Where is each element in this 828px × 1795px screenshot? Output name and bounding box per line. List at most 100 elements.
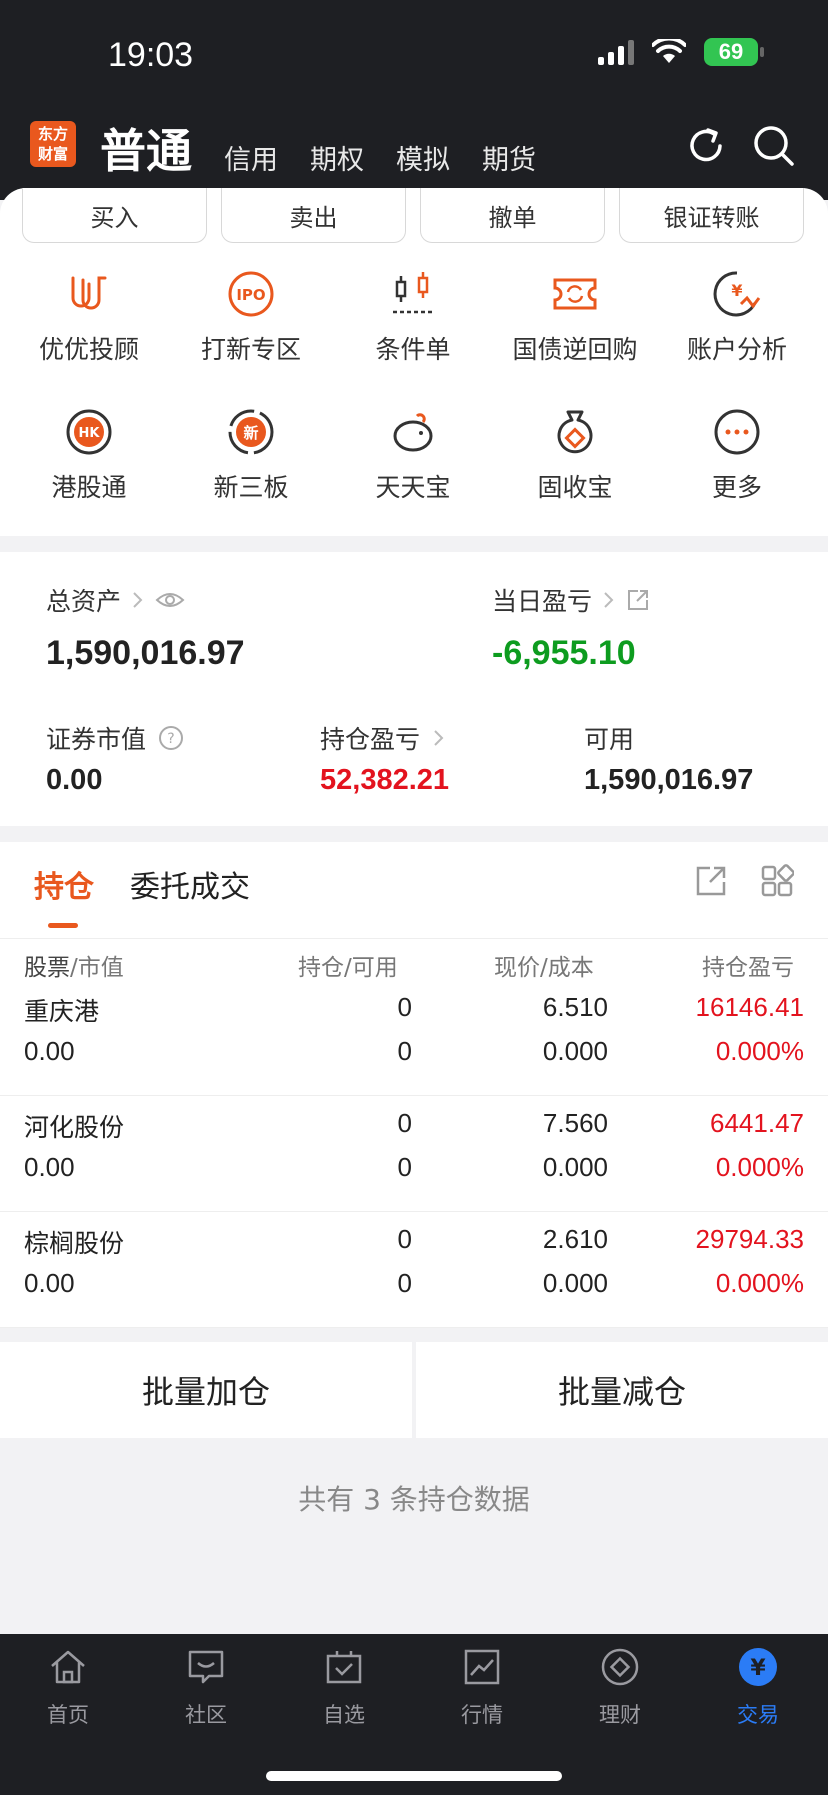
svg-text:¥: ¥ [750, 1656, 766, 1681]
eye-icon[interactable] [155, 590, 185, 610]
tab-futures[interactable]: 期货 [482, 138, 536, 181]
logo-line2: 财富 [37, 145, 68, 163]
header-price-label: 现价 [494, 955, 540, 981]
service-more[interactable]: 更多 [662, 406, 812, 504]
wealth-icon [601, 1648, 639, 1686]
position-pl-label: 持仓盈亏 [320, 725, 421, 754]
share-icon[interactable] [626, 588, 650, 612]
stock-avail: 0 [397, 1036, 412, 1066]
tab-market[interactable]: 行情 [427, 1646, 537, 1729]
refresh-icon[interactable] [684, 124, 728, 168]
bulk-actions: 批量加仓 批量减仓 [0, 1342, 828, 1438]
home-icon [51, 1650, 85, 1684]
header-price: 现价/成本 [494, 948, 594, 982]
available-value: 1,590,016.97 [584, 764, 754, 796]
service-label: 固收宝 [537, 473, 613, 502]
account-analysis-icon: ¥ [713, 271, 761, 317]
tab-wealth[interactable]: 理财 [565, 1646, 675, 1729]
search-icon[interactable] [752, 124, 796, 168]
service-label: 港股通 [51, 473, 127, 502]
tab-home[interactable]: 首页 [13, 1646, 123, 1729]
service-account-analysis[interactable]: ¥ 账户分析 [662, 268, 812, 366]
daily-pl-link[interactable]: 当日盈亏 [492, 582, 650, 618]
service-ipo[interactable]: IPO 打新专区 [176, 268, 326, 366]
stock-pl-pct: 0.000% [715, 1036, 804, 1066]
service-piggy-bank[interactable]: 天天宝 [338, 406, 488, 504]
stock-name: 棕榈股份 [24, 1229, 125, 1258]
svg-text:IPO: IPO [236, 286, 265, 304]
repo-icon [553, 278, 597, 310]
sell-button[interactable]: 卖出 [221, 188, 406, 243]
tab-trade[interactable]: ¥ 交易 [703, 1646, 813, 1729]
stock-pl: 29794.33 [695, 1224, 804, 1254]
hk-connect-icon: HK [66, 409, 112, 455]
bulk-reduce-button[interactable]: 批量减仓 [416, 1342, 828, 1438]
tab-label: 社区 [185, 1703, 227, 1727]
stock-hold: 0 [397, 1224, 412, 1254]
header-pl: 持仓盈亏 [702, 955, 794, 981]
bank-transfer-button[interactable]: 银证转账 [619, 188, 804, 243]
tab-orders-trades[interactable]: 委托成交 [130, 862, 250, 906]
service-label: 条件单 [375, 335, 451, 364]
app-logo: 东方 财富 [30, 121, 76, 167]
tab-normal[interactable]: 普通 [100, 115, 192, 181]
position-tabs: 持仓 委托成交 [34, 862, 250, 928]
top-bar: 19:03 69 东方 财富 普通 信用 期权 模拟 期货 [0, 0, 828, 200]
export-icon[interactable] [694, 864, 728, 898]
service-label: 打新专区 [200, 335, 301, 364]
money-bag-icon [557, 410, 593, 454]
bulk-add-button[interactable]: 批量加仓 [0, 1342, 412, 1438]
stock-pl-pct: 0.000% [715, 1268, 804, 1298]
total-assets-value: 1,590,016.97 [46, 634, 245, 672]
cancel-order-button[interactable]: 撤单 [420, 188, 605, 243]
help-icon[interactable]: ? [158, 725, 184, 751]
position-pl-value: 52,382.21 [320, 764, 450, 796]
header-cost-label: /成本 [540, 955, 594, 981]
service-repo[interactable]: 国债逆回购 [500, 268, 650, 366]
stock-pl: 6441.47 [710, 1108, 804, 1138]
table-row[interactable]: 棕榈股份 0.00 0 0 2.610 0.000 29794.33 0.000… [0, 1212, 828, 1328]
status-icons: 69 [598, 38, 764, 66]
service-hk-connect[interactable]: HK 港股通 [14, 406, 164, 504]
service-neeq[interactable]: 新 新三板 [176, 406, 326, 504]
signal-icon [598, 39, 634, 65]
tab-credit[interactable]: 信用 [224, 138, 278, 181]
tab-holdings[interactable]: 持仓 [34, 862, 94, 928]
trade-panel: 买入 卖出 撤单 银证转账 优优投顾 IPO 打新专区 条件单 国债逆回购 ¥ … [0, 188, 828, 536]
tab-watchlist[interactable]: 自选 [289, 1646, 399, 1729]
tab-community[interactable]: 社区 [151, 1646, 261, 1729]
uu-advisor-icon [71, 276, 107, 310]
service-uu-advisor[interactable]: 优优投顾 [14, 268, 164, 366]
grid-view-icon[interactable] [760, 864, 794, 898]
available-label: 可用 [584, 725, 635, 754]
piggy-bank-icon [393, 413, 433, 452]
stock-cost: 0.000 [542, 1268, 608, 1298]
tab-simulated[interactable]: 模拟 [396, 138, 450, 181]
market-value: 0.00 [46, 764, 103, 796]
service-label: 账户分析 [686, 335, 787, 364]
tab-options[interactable]: 期权 [310, 138, 364, 181]
stock-cost: 0.000 [542, 1152, 608, 1182]
positions-count-text: 共有 3 条持仓数据 [298, 1483, 530, 1516]
header-holdings: 持仓/可用 [298, 948, 398, 982]
service-money-bag[interactable]: 固收宝 [500, 406, 650, 504]
stock-name: 重庆港 [24, 997, 100, 1026]
position-pl-link[interactable]: 持仓盈亏 [320, 720, 446, 756]
stock-avail: 0 [397, 1152, 412, 1182]
stock-pl: 16146.41 [695, 992, 804, 1022]
chevron-right-icon [604, 592, 614, 608]
service-condition-order[interactable]: 条件单 [338, 268, 488, 366]
tab-label: 交易 [737, 1703, 779, 1727]
asset-summary: 总资产 1,590,016.97 当日盈亏 -6,955.10 证券市值 ? 0… [0, 552, 828, 826]
service-label: 国债逆回购 [512, 335, 638, 364]
table-row[interactable]: 重庆港 0.00 0 0 6.510 0.000 16146.41 0.000% [0, 980, 828, 1096]
service-label: 新三板 [213, 473, 289, 502]
buy-button[interactable]: 买入 [22, 188, 207, 243]
stock-pl-pct: 0.000% [715, 1152, 804, 1182]
header-stock-label: 股票 [24, 955, 70, 981]
total-assets-link[interactable]: 总资产 [46, 582, 185, 618]
stock-hold: 0 [397, 992, 412, 1022]
stock-price: 7.560 [542, 1108, 608, 1138]
table-row[interactable]: 河化股份 0.00 0 0 7.560 0.000 6441.47 0.000% [0, 1096, 828, 1212]
header-avail-label: /可用 [344, 955, 398, 981]
